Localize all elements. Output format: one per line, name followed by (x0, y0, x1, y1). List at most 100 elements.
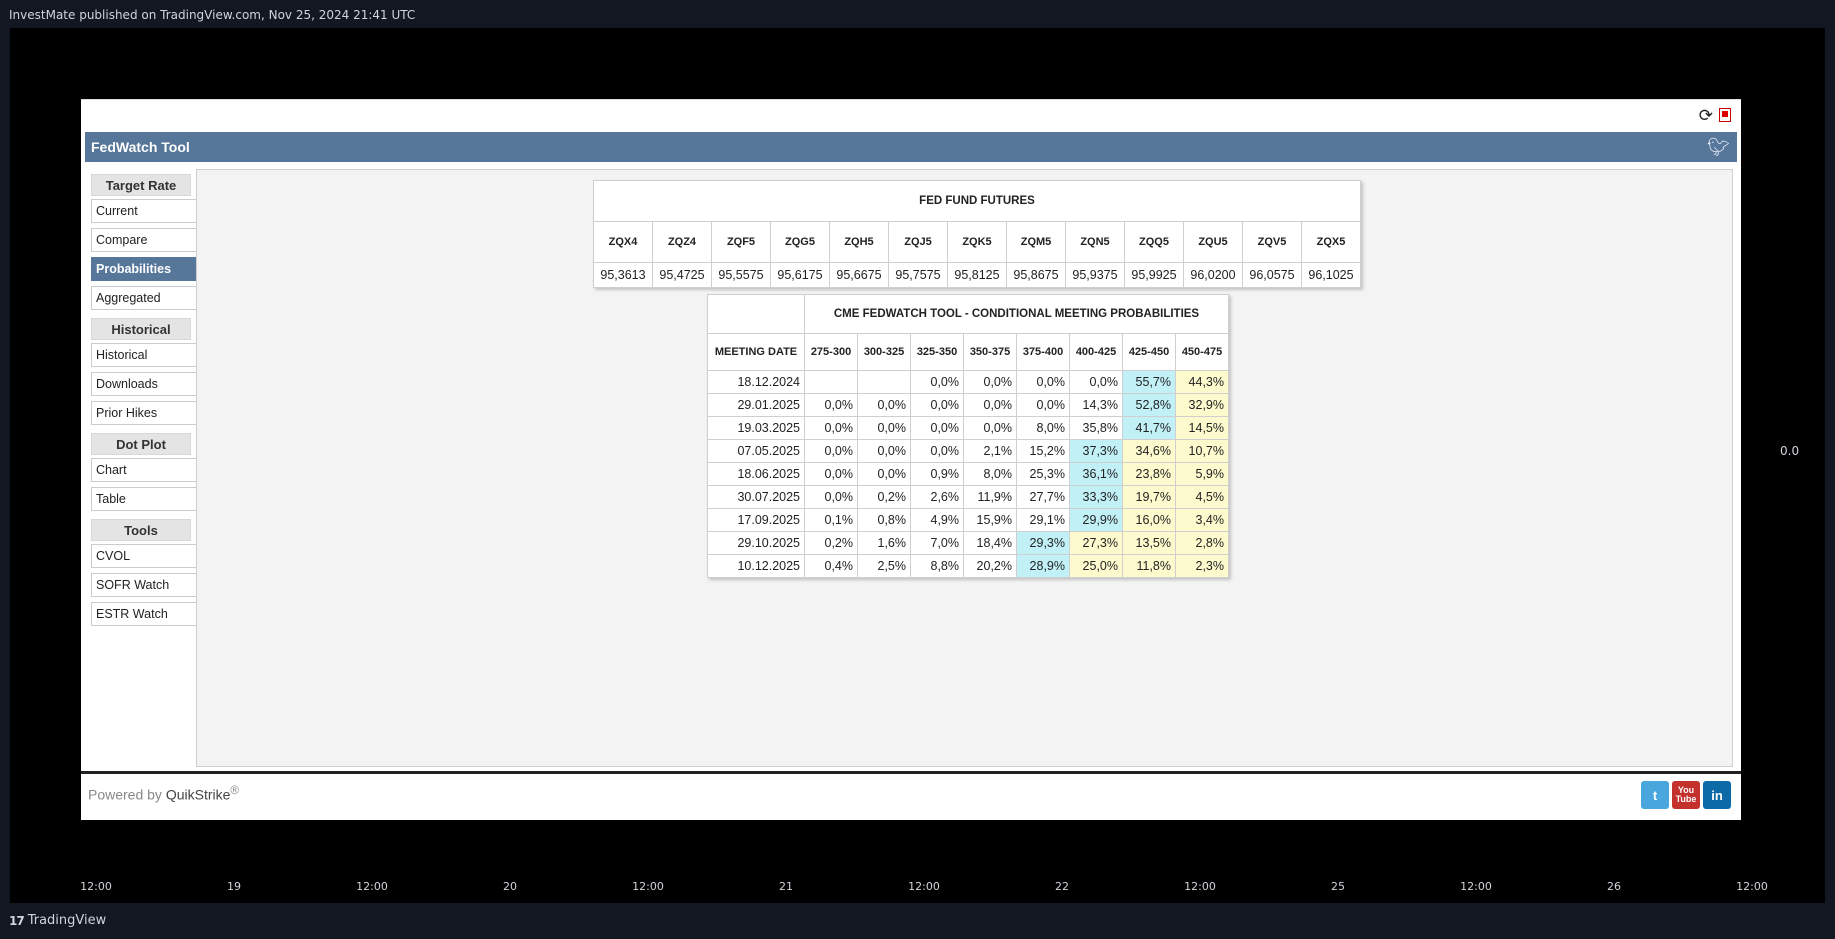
probability-cell: 28,9% (1016, 554, 1070, 578)
probability-cell: 8,0% (1016, 416, 1070, 440)
time-axis-tick: 12:00 (632, 880, 664, 893)
meeting-date-cell: 17.09.2025 (707, 508, 805, 532)
futures-value-cell: 95,3613 (593, 262, 653, 288)
sidebar-item-current[interactable]: Current (91, 199, 197, 223)
linkedin-social-icon[interactable]: in (1703, 781, 1731, 809)
probability-cell: 0,0% (1069, 370, 1123, 394)
probability-cell: 23,8% (1122, 462, 1176, 486)
probability-cell: 0,0% (857, 393, 911, 417)
sidebar-item-table[interactable]: Table (91, 487, 197, 511)
publish-bar: InvestMate published on TradingView.com,… (0, 0, 1835, 28)
sidebar-item-probabilities[interactable]: Probabilities (91, 257, 197, 281)
probability-cell: 14,3% (1069, 393, 1123, 417)
probability-cell: 29,1% (1016, 508, 1070, 532)
rate-range-header: 300-325 (857, 333, 911, 371)
probability-cell: 0,0% (910, 370, 964, 394)
probability-cell: 18,4% (963, 531, 1017, 555)
sidebar-item-sofr-watch[interactable]: SOFR Watch (91, 573, 197, 597)
tradingview-logo[interactable]: 17 TradingView (9, 913, 106, 928)
probability-cell: 27,7% (1016, 485, 1070, 509)
probability-cell: 0,0% (910, 416, 964, 440)
probability-cell: 15,2% (1016, 439, 1070, 463)
probability-cell: 8,0% (963, 462, 1017, 486)
futures-code-cell: ZQX5 (1301, 221, 1361, 263)
probability-cell: 0,0% (910, 439, 964, 463)
nav-group: Target Rate Current Compare Probabilities Ag… (91, 174, 197, 310)
futures-value-row: 95,3613 95,4725 95,5575 95,6175 95,6675 95,75… (593, 262, 1361, 288)
meeting-date-cell: 07.05.2025 (707, 439, 805, 463)
nav-group-heading: Dot Plot (91, 433, 191, 455)
refresh-icon[interactable]: ⟳ (1699, 107, 1713, 124)
probability-cell: 7,0% (910, 531, 964, 555)
futures-value-cell: 95,7575 (888, 262, 948, 288)
futures-value-cell: 95,6175 (770, 262, 830, 288)
probability-cell: 0,0% (963, 393, 1017, 417)
twitter-icon[interactable]: 🐦︎ (1707, 137, 1730, 157)
probability-cell: 5,9% (1175, 462, 1229, 486)
probability-cell: 34,6% (1122, 439, 1176, 463)
futures-value-cell: 95,9375 (1065, 262, 1125, 288)
futures-value-cell: 96,1025 (1301, 262, 1361, 288)
probability-cell: 27,3% (1069, 531, 1123, 555)
probability-cell: 44,3% (1175, 370, 1229, 394)
time-axis-tick: 12:00 (80, 880, 112, 893)
probability-cell: 0,0% (857, 416, 911, 440)
probability-row: 17.09.2025 0,1% 0,8% 4,9% 15,9% 29,1% 29,9% 16,… (707, 508, 1229, 532)
probability-cell: 1,6% (857, 531, 911, 555)
powered-by: Powered by QuikStrike® (88, 784, 239, 803)
probability-cell: 29,3% (1016, 531, 1070, 555)
social-links: t You Tube in (1641, 781, 1731, 809)
price-scale-value: 0.0 (1780, 444, 1800, 458)
nav-group: Dot Plot Chart Table (91, 433, 197, 511)
probability-cell: 0,0% (804, 439, 858, 463)
meeting-date-cell: 19.03.2025 (707, 416, 805, 440)
time-axis-tick: 20 (503, 880, 517, 893)
probability-cell: 10,7% (1175, 439, 1229, 463)
nav-group-heading: Tools (91, 519, 191, 541)
futures-value-cell: 95,5575 (711, 262, 771, 288)
quikstrike-brand[interactable]: QuikStrike (166, 787, 231, 803)
futures-code-cell: ZQV5 (1242, 221, 1302, 263)
probabilities-header-row: MEETING DATE 275-300 300-325 325-350 350-375… (707, 333, 1229, 371)
probability-row: 30.07.2025 0,0% 0,2% 2,6% 11,9% 27,7% 33,3% 19,… (707, 485, 1229, 509)
sidebar-item-estr-watch[interactable]: ESTR Watch (91, 602, 197, 626)
probability-row: 29.01.2025 0,0% 0,0% 0,0% 0,0% 0,0% 14,3% 52,8%… (707, 393, 1229, 417)
futures-code-cell: ZQJ5 (888, 221, 948, 263)
sidebar-item-historical[interactable]: Historical (91, 343, 197, 367)
probability-cell: 55,7% (1122, 370, 1176, 394)
probability-cell: 41,7% (1122, 416, 1176, 440)
probability-cell: 0,0% (1016, 370, 1070, 394)
probability-cell: 11,9% (963, 485, 1017, 509)
registered-mark: ® (230, 784, 239, 797)
probability-cell: 20,2% (963, 554, 1017, 578)
time-axis-tick: 26 (1607, 880, 1621, 893)
sidebar-item-downloads[interactable]: Downloads (91, 372, 197, 396)
pdf-icon[interactable] (1719, 108, 1731, 122)
time-axis-tick: 12:00 (1736, 880, 1768, 893)
tradingview-brand-text: TradingView (27, 913, 107, 928)
probability-cell: 11,8% (1122, 554, 1176, 578)
sidebar-item-aggregated[interactable]: Aggregated (91, 286, 197, 310)
fedwatch-panel: ⟳ FedWatch Tool 🐦︎ Target Rate Current Com… (81, 99, 1741, 820)
probability-row: 10.12.2025 0,4% 2,5% 8,8% 20,2% 28,9% 25,0% 11,… (707, 554, 1229, 578)
time-axis-tick: 22 (1055, 880, 1069, 893)
time-axis-tick: 19 (227, 880, 241, 893)
probability-cell: 37,3% (1069, 439, 1123, 463)
futures-title-row: FED FUND FUTURES (593, 180, 1361, 222)
sidebar-item-chart[interactable]: Chart (91, 458, 197, 482)
probability-cell: 0,9% (910, 462, 964, 486)
rate-range-header: 275-300 (804, 333, 858, 371)
sidebar-item-cvol[interactable]: CVOL (91, 544, 197, 568)
futures-code-cell: ZQM5 (1006, 221, 1066, 263)
fedwatch-toolbar: ⟳ (81, 99, 1741, 132)
publisher-text: InvestMate published on TradingView.com,… (9, 8, 416, 22)
time-axis: 12:00 19 12:00 20 12:00 21 12:00 22 12:00 25 12:00… (0, 880, 1835, 900)
probability-cell: 0,0% (857, 462, 911, 486)
sidebar-item-prior-hikes[interactable]: Prior Hikes (91, 401, 197, 425)
fedwatch-title: FedWatch Tool (91, 139, 190, 155)
futures-code-cell: ZQQ5 (1124, 221, 1184, 263)
youtube-social-icon[interactable]: You Tube (1672, 781, 1700, 809)
probability-cell: 16,0% (1122, 508, 1176, 532)
sidebar-item-compare[interactable]: Compare (91, 228, 197, 252)
twitter-social-icon[interactable]: t (1641, 781, 1669, 809)
